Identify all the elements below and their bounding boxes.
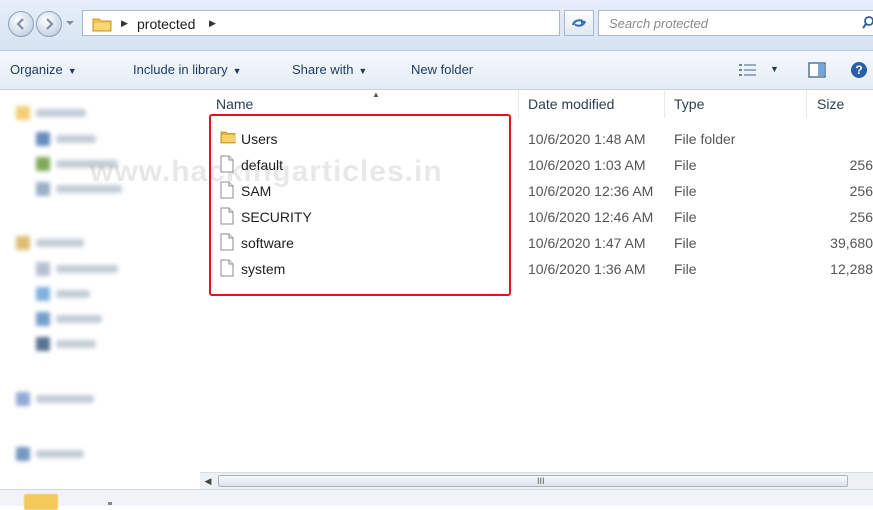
file-type: File: [674, 209, 697, 225]
file-date-modified: 10/6/2020 1:36 AM: [528, 261, 646, 277]
arrow-right-icon: [46, 18, 54, 30]
share-with-label: Share with: [292, 62, 354, 77]
svg-text:?: ?: [855, 63, 862, 77]
column-header-date-modified[interactable]: Date modified: [528, 96, 614, 112]
chevron-down-icon: ▼: [358, 66, 368, 76]
file-type: File: [674, 261, 697, 277]
search-icon[interactable]: [862, 16, 873, 30]
refresh-icon: [572, 19, 586, 27]
file-size: 39,680: [830, 235, 873, 251]
column-divider[interactable]: [518, 90, 519, 118]
file-type: File: [674, 157, 697, 173]
recent-pages-dropdown[interactable]: [64, 16, 76, 30]
file-size: 12,288: [830, 261, 873, 277]
search-placeholder: Search protected: [609, 16, 709, 31]
scroll-left-icon[interactable]: ◀: [200, 473, 216, 490]
command-bar: Organize ▼ Include in library ▼ Share with…: [0, 51, 873, 90]
chevron-down-icon: ▼: [232, 66, 242, 76]
pictures-icon: [36, 312, 50, 326]
column-header-type[interactable]: Type: [674, 96, 704, 112]
file-date-modified: 10/6/2020 12:46 AM: [528, 209, 654, 225]
column-header-name[interactable]: Name: [216, 96, 253, 112]
forward-button[interactable]: [36, 11, 62, 37]
highlight-box: [209, 114, 511, 296]
breadcrumb-separator-icon[interactable]: ▶: [121, 18, 128, 29]
videos-icon: [36, 337, 50, 351]
documents-icon: [36, 262, 50, 276]
file-size: 256: [849, 183, 873, 199]
chevron-down-icon: ▼: [67, 66, 77, 76]
file-date-modified: 10/6/2020 1:03 AM: [528, 157, 646, 173]
include-in-library-button[interactable]: Include in library ▼: [133, 62, 242, 77]
sort-ascending-icon: ▲: [372, 90, 380, 99]
view-options-dropdown-icon[interactable]: ▼: [770, 64, 779, 74]
horizontal-scrollbar[interactable]: ◀ III: [200, 472, 873, 490]
search-input[interactable]: Search protected: [598, 10, 873, 36]
desktop-icon: [36, 132, 50, 146]
file-size: 256: [849, 209, 873, 225]
network-icon: [16, 447, 30, 461]
arrow-left-icon: [16, 18, 24, 30]
file-date-modified: 10/6/2020 1:47 AM: [528, 235, 646, 251]
breadcrumb-protected[interactable]: protected: [137, 16, 195, 32]
column-header-size[interactable]: Size: [817, 96, 844, 112]
help-icon[interactable]: ?: [850, 61, 868, 79]
scrollbar-thumb[interactable]: III: [218, 475, 848, 487]
file-size: 256: [849, 157, 873, 173]
back-button[interactable]: [8, 11, 34, 37]
computer-icon: [16, 392, 30, 406]
address-field[interactable]: ▶ protected ▶ ▼: [82, 10, 625, 36]
preview-pane-icon[interactable]: [808, 62, 826, 78]
refresh-button[interactable]: [564, 10, 594, 36]
address-bar: ▶ protected ▶ ▼ Search protected: [0, 0, 873, 51]
file-date-modified: 10/6/2020 12:36 AM: [528, 183, 654, 199]
file-date-modified: 10/6/2020 1:48 AM: [528, 131, 646, 147]
organize-label: Organize: [10, 62, 63, 77]
new-folder-button[interactable]: New folder: [411, 62, 473, 77]
details-pane: [0, 489, 873, 510]
libraries-icon: [16, 236, 30, 250]
column-divider[interactable]: [806, 90, 807, 118]
breadcrumb-separator-icon[interactable]: ▶: [209, 18, 216, 29]
file-type: File: [674, 183, 697, 199]
downloads-icon: [36, 157, 50, 171]
file-type: File: [674, 235, 697, 251]
scrollbar-grip: III: [537, 476, 545, 486]
folder-icon: [92, 18, 112, 32]
navigation-pane: [0, 90, 200, 488]
change-view-icon[interactable]: [738, 63, 758, 77]
column-divider[interactable]: [664, 90, 665, 118]
file-type: File folder: [674, 131, 736, 147]
organize-button[interactable]: Organize ▼: [10, 62, 77, 77]
folder-icon: [24, 494, 58, 510]
music-icon: [36, 287, 50, 301]
include-in-library-label: Include in library: [133, 62, 228, 77]
share-with-button[interactable]: Share with ▼: [292, 62, 367, 77]
favorites-icon: [16, 106, 30, 120]
recent-places-icon: [36, 182, 50, 196]
